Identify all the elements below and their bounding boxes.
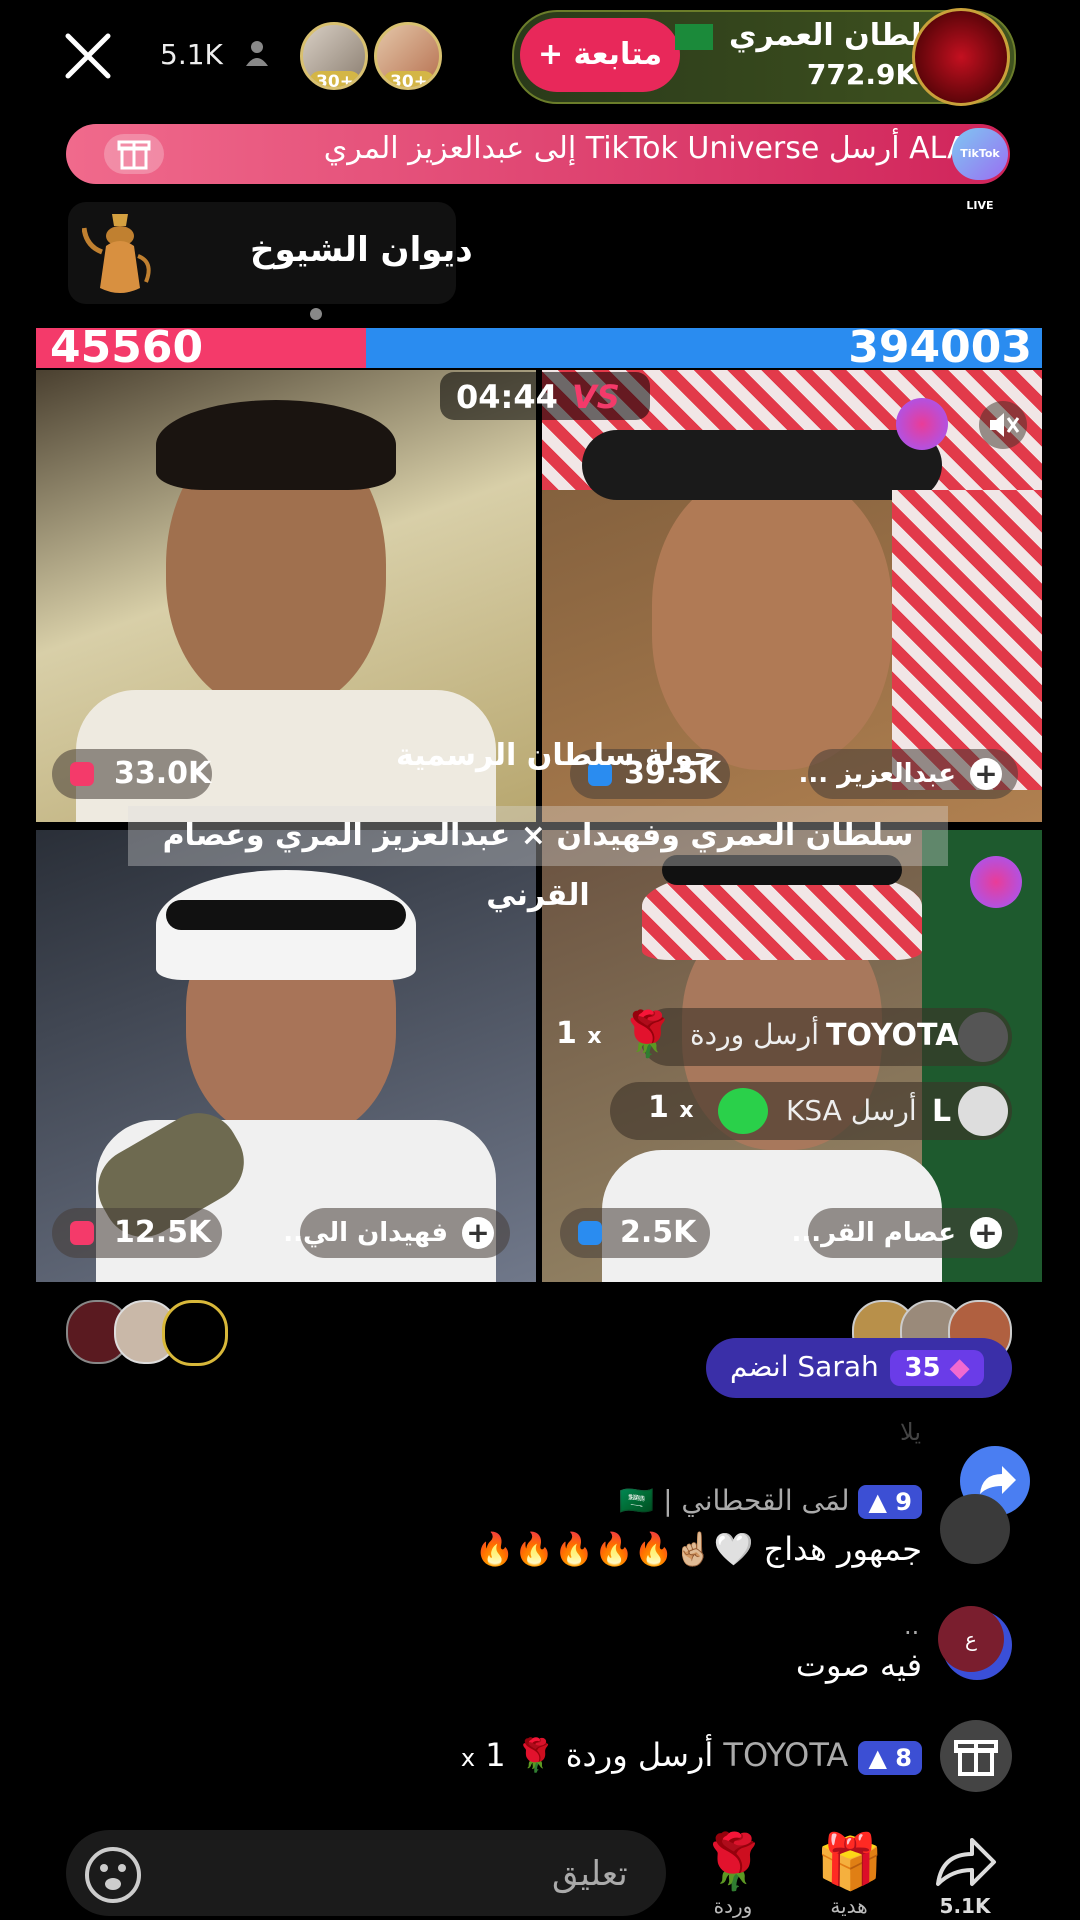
room-title: ديوان الشيوخ	[250, 230, 473, 270]
guest-name-pill[interactable]: + عبدالعزيز ...	[798, 749, 1018, 799]
follow-button[interactable]: + متابعة	[520, 18, 680, 92]
level-badge: 8 ▲	[858, 1741, 922, 1775]
chat-message: جمهور هداج 🤍☝🏼🔥🔥🔥🔥🔥	[474, 1530, 922, 1568]
join-notice-text: Sarah انضم	[730, 1350, 879, 1383]
guest-name-pill[interactable]: + فهيدان الي..	[283, 1208, 510, 1258]
battle-title: جولة سلطان الرسمية	[396, 738, 715, 773]
rose-icon: 🌹	[620, 1009, 675, 1060]
battle-subtitle: سلطان العمري وفهيدان × عبدالعزيز المري و…	[128, 806, 948, 913]
gift-banner-text: ALAN أرسل TikTok Universe إلى عبدالعزيز …	[323, 131, 990, 166]
guest-score: 33.0K	[52, 749, 212, 799]
top-viewer-avatar[interactable]: 30+	[374, 22, 442, 90]
gift-count: 1 x	[556, 1016, 602, 1051]
gift-icon[interactable]	[940, 1720, 1012, 1792]
timer-badge-icon	[578, 1221, 602, 1245]
level-badge: 9 ▲	[858, 1485, 922, 1519]
guest-score: 12.5K	[52, 1208, 222, 1258]
chat-username: ..	[904, 1612, 920, 1640]
battle-timer: 04:44 VS	[440, 372, 650, 420]
mute-icon[interactable]	[978, 400, 1028, 450]
viewer-count[interactable]: 5.1K	[160, 38, 223, 71]
share-icon[interactable]	[934, 1834, 998, 1890]
heart-gift-icon	[718, 1088, 768, 1134]
chat-username-line: 9 ▲ لمَى القحطاني | 🇸🇦	[619, 1484, 922, 1519]
user-avatar[interactable]	[958, 1012, 1008, 1062]
gift-notice-user: L	[932, 1094, 952, 1129]
emoji-icon[interactable]	[84, 1846, 142, 1904]
add-icon[interactable]: +	[970, 1217, 1002, 1249]
viewer-avatar[interactable]	[162, 1300, 228, 1366]
chat-partial: يلا	[900, 1418, 921, 1446]
gift-count: 1 x	[648, 1090, 694, 1125]
chat-gift-line: 8 ▲ TOYOTA أرسل وردة 🌹 x 1	[461, 1736, 922, 1775]
viewer-rank-badge: 30+	[309, 71, 361, 87]
booster-icon[interactable]	[970, 856, 1022, 908]
diamond-icon: ◆	[949, 1353, 970, 1383]
rose-icon[interactable]: 🌹	[700, 1830, 767, 1894]
chat-user-avatar: ع	[938, 1606, 1004, 1672]
score-left: 45560	[50, 322, 204, 373]
gift-box-icon[interactable]: 🎁	[816, 1830, 883, 1894]
dallah-coffee-pot-icon	[82, 214, 151, 293]
person-icon	[246, 41, 268, 66]
viewer-rank-badge: 30+	[383, 71, 435, 87]
host-avatar[interactable]	[912, 8, 1010, 106]
timer-badge-icon	[70, 1221, 94, 1245]
gift-notice-user: TOYOTA	[826, 1018, 959, 1053]
user-avatar[interactable]	[958, 1086, 1008, 1136]
vs-icon: VS	[572, 378, 620, 416]
chat-message: فيه صوت	[795, 1646, 922, 1684]
rose-label: وردة	[713, 1894, 753, 1918]
add-icon[interactable]: +	[462, 1217, 494, 1249]
guest-score: 2.5K	[560, 1208, 710, 1258]
gift-notice-text: أرسل KSA	[786, 1094, 917, 1127]
share-count: 5.1K	[939, 1894, 991, 1918]
score-right: 394003	[848, 322, 1032, 373]
rose-icon: 🌹	[515, 1736, 556, 1774]
gift-icon	[104, 134, 164, 174]
level-badge: 35 ◆	[890, 1350, 984, 1386]
timer-badge-icon	[70, 762, 94, 786]
page-dot	[310, 308, 322, 320]
close-icon[interactable]	[62, 30, 114, 82]
add-icon[interactable]: +	[970, 758, 1002, 790]
chat-user-avatar[interactable]	[940, 1494, 1010, 1564]
comment-placeholder: تعليق	[552, 1854, 628, 1894]
tiktok-live-logo: TikTok LIVE	[952, 128, 1008, 212]
gift-notice-text: أرسل وردة	[690, 1018, 820, 1051]
gift-label: هدية	[830, 1894, 868, 1918]
guest-name-pill[interactable]: + عصام القر...	[792, 1208, 1018, 1258]
top-viewer-avatar[interactable]: 30+	[300, 22, 368, 90]
saudi-flag-icon	[674, 23, 713, 50]
booster-icon[interactable]	[896, 398, 948, 450]
host-name: سلطان العمري	[674, 18, 952, 53]
